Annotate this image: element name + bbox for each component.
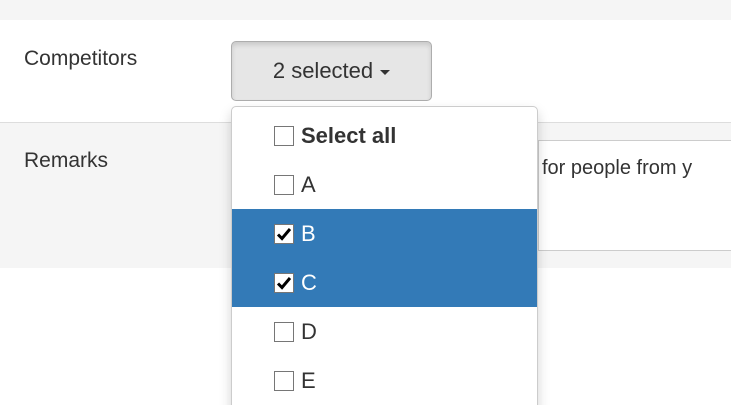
menu-item-label: B bbox=[301, 220, 316, 246]
dropdown-button-text: 2 selected bbox=[272, 58, 374, 83]
menu-item-c[interactable]: C bbox=[232, 258, 537, 307]
menu-item-e[interactable]: E bbox=[232, 356, 537, 405]
checkbox[interactable] bbox=[274, 174, 294, 195]
checkmark-icon bbox=[276, 227, 292, 241]
menu-item-b[interactable]: B bbox=[232, 209, 537, 258]
menu-item-a[interactable]: A bbox=[232, 160, 537, 209]
checkbox[interactable] bbox=[274, 223, 294, 244]
checkmark-icon bbox=[276, 276, 292, 290]
checkbox[interactable] bbox=[274, 370, 294, 391]
menu-item-label: D bbox=[301, 318, 317, 344]
menu-item-label: C bbox=[301, 269, 317, 295]
menu-item-d[interactable]: D bbox=[232, 307, 537, 356]
page: Competitors 2 selected Remarks for peopl… bbox=[0, 0, 731, 405]
menu-item-label: Select all bbox=[301, 122, 397, 148]
remarks-textarea[interactable]: for people from y bbox=[538, 140, 731, 251]
remarks-label: Remarks bbox=[24, 149, 109, 172]
competitors-label: Competitors bbox=[24, 47, 138, 70]
competitors-dropdown-button[interactable]: 2 selected bbox=[231, 41, 432, 101]
menu-item-label: A bbox=[301, 171, 316, 197]
competitors-dropdown-menu: Select all A B C D E bbox=[231, 106, 538, 405]
caret-down-icon bbox=[380, 70, 391, 75]
remarks-text: for people from y bbox=[542, 157, 693, 179]
top-band bbox=[0, 0, 731, 20]
checkbox[interactable] bbox=[274, 321, 294, 342]
checkbox[interactable] bbox=[274, 272, 294, 293]
menu-item-label: E bbox=[301, 367, 316, 393]
checkbox[interactable] bbox=[274, 125, 294, 146]
menu-item-select-all[interactable]: Select all bbox=[232, 111, 537, 160]
